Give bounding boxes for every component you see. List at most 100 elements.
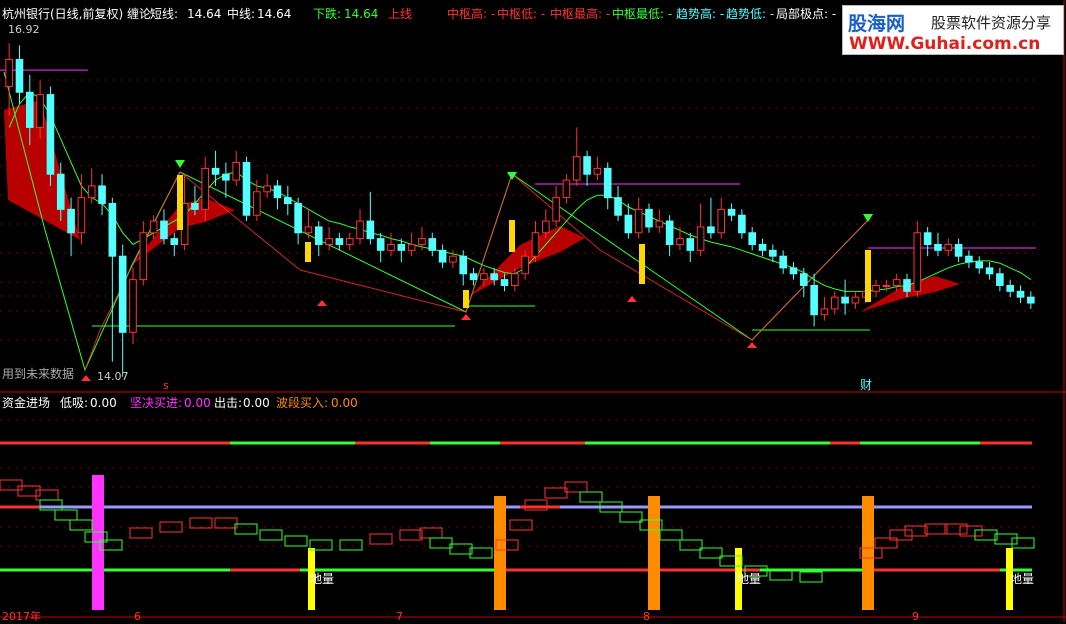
down-line-value: 14.64: [344, 7, 379, 21]
candle-body: [923, 232, 932, 245]
candle-body: [614, 197, 622, 216]
candle-body: [490, 273, 499, 281]
candle-body: [500, 279, 509, 286]
candle-body: [428, 238, 437, 251]
watermark-line3: WWW.Guhai.com.cn: [849, 34, 1041, 54]
volume-signal-bar: [862, 496, 874, 610]
candle-body: [459, 255, 468, 275]
mid-line-label: 中线:: [227, 7, 256, 21]
pivot-high-label: 中枢高: -: [447, 7, 496, 21]
candle-body: [418, 238, 426, 245]
candle-body: [820, 308, 829, 316]
candle-body: [738, 214, 746, 234]
candle-body: [77, 197, 86, 234]
candle-body: [830, 296, 839, 310]
flow-box: [284, 535, 308, 547]
up-arrow: [81, 375, 91, 381]
up-arrow: [317, 300, 327, 306]
candle-body: [975, 261, 984, 269]
candle-body: [397, 243, 406, 251]
candle-body: [1027, 296, 1035, 304]
firm-buy-value: 0.00: [184, 396, 211, 410]
signal-candle: [509, 220, 515, 252]
candle-body: [211, 167, 220, 175]
signal-candle: [639, 244, 645, 284]
candle-body: [913, 232, 922, 292]
candle-body: [944, 243, 953, 251]
down-line-label: 下跌:: [313, 7, 342, 21]
candle-body: [572, 156, 581, 181]
candle-body: [335, 238, 344, 245]
candle-body: [748, 232, 757, 245]
candle-body: [686, 238, 695, 251]
trend-low-label: 趋势低: -: [726, 7, 775, 21]
firm-buy-label: 坚决买进:: [130, 396, 183, 410]
candle-body: [996, 273, 1004, 286]
candle-body: [562, 179, 571, 199]
candle-body: [25, 91, 34, 128]
flow-box: [659, 529, 683, 541]
flow-box: [579, 491, 603, 503]
candle-body: [903, 279, 911, 292]
wave-buy-value: 0.00: [331, 396, 358, 410]
flow-box: [974, 529, 998, 541]
candle-body: [314, 226, 323, 245]
flow-box: [17, 485, 41, 497]
candle-body: [789, 267, 798, 275]
candle-body: [511, 273, 519, 286]
flow-box: [259, 529, 283, 541]
candle-body: [707, 226, 715, 234]
flow-box: [54, 509, 78, 521]
candle-body: [603, 167, 612, 199]
candle-body: [5, 58, 13, 87]
candle-body: [841, 296, 849, 304]
short-line-value: 14.64: [187, 7, 222, 21]
candle-body: [727, 208, 736, 216]
up-line-label: 上线: [388, 7, 413, 21]
down-arrow: [175, 160, 185, 168]
candle-body: [201, 167, 210, 210]
candle-body: [67, 208, 75, 234]
candle-body: [851, 296, 860, 304]
bottom-volume-label-2: 地量: [737, 572, 762, 586]
candle-body: [56, 173, 65, 210]
flow-box: [469, 547, 493, 559]
candle-body: [965, 255, 973, 263]
flow-box: [544, 487, 568, 499]
candle-body: [149, 220, 158, 234]
candle-body: [253, 191, 261, 216]
exit-label: 出击:: [214, 396, 243, 410]
candle-body: [222, 173, 230, 181]
watermark-line2: 股票软件资源分享: [931, 14, 1052, 32]
candle-body: [87, 185, 96, 199]
candle-body: [480, 273, 488, 281]
candle-body: [541, 220, 550, 234]
candle-body: [407, 243, 416, 251]
flow-box: [1011, 537, 1035, 549]
candle-body: [449, 255, 457, 263]
flow-box: [509, 519, 533, 531]
up-arrow: [461, 314, 471, 320]
short-line-label: 短线:: [150, 7, 179, 21]
trend-high-label: 趋势高: -: [676, 7, 725, 21]
candle-body: [304, 226, 313, 234]
candle-body: [810, 284, 818, 316]
candle-body: [108, 203, 117, 257]
candle-body: [15, 58, 24, 93]
candle-body: [624, 214, 633, 234]
candle-body: [387, 243, 395, 251]
candle-body: [676, 238, 684, 245]
flow-box: [419, 527, 443, 539]
chart-title: 杭州银行(日线,前复权) 缠论: [2, 7, 151, 21]
future-data-note: 用到未来数据: [2, 367, 75, 381]
flow-box: [619, 511, 643, 523]
candle-body: [882, 284, 891, 287]
candle-body: [118, 255, 127, 333]
candle-body: [521, 255, 529, 275]
candle-body: [769, 249, 777, 257]
local-extreme-label: 局部极点: -: [776, 7, 837, 21]
candle-body: [438, 249, 447, 263]
candle-body: [46, 94, 55, 175]
wave-buy-label: 波段买入:: [276, 396, 329, 410]
candle-body: [758, 243, 767, 251]
